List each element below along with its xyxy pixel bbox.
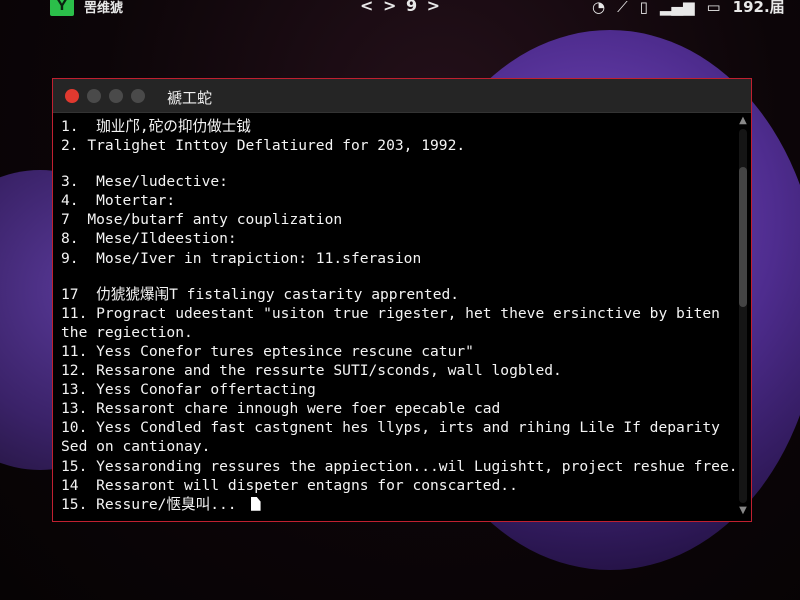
cursor-icon [250,496,261,511]
output-line: 3. Mese/ludective: [61,173,228,191]
prompt-line[interactable]: 15. Ressure/惬臭叫... [61,495,731,514]
close-button[interactable] [65,89,79,103]
maximize-button[interactable] [109,89,123,103]
output-line: 12. Ressarone and the ressurte SUTI/scon… [61,362,562,380]
chat-icon[interactable]: ▭ [706,0,720,16]
output-line: 2. Tralighet Inttoy Deflatiured for 203,… [61,137,466,155]
output-line: 10. Yess Condled fast castgnent hes llyp… [61,419,720,456]
terminal-window: 褫工蛇 1. 珈业邝,砣の抑仂做士钺 2. Tralighet Inttoy D… [52,78,752,522]
output-line: 13. Yess Conofar offertacting [61,381,316,399]
window-titlebar[interactable]: 褫工蛇 [53,79,751,113]
output-line: 8. Mese/Ildeestion: [61,230,237,248]
scroll-up-icon[interactable]: ▲ [737,115,749,127]
top-bar: Y 罟维猇 < > 9 > ◔ ⟋ ▯ ▂▄▆ ▭ 192.届 [0,0,800,16]
scroll-thumb[interactable] [739,167,747,307]
output-line: 4. Motertar: [61,192,176,210]
output-line: 15. Yessaronding ressures the appiection… [61,457,738,475]
output-line: 11. Yess Conefor tures eptesince rescune… [61,342,474,360]
minimize-button[interactable] [87,89,101,103]
phone-icon[interactable]: ▯ [640,0,648,16]
brush-icon[interactable]: ⟋ [617,0,628,16]
signal-icon[interactable]: ▂▄▆ [660,0,695,16]
output-line: 7 Mose/butarf anty couplization [61,211,343,229]
clock[interactable]: 192.届 [733,0,785,17]
vertical-scrollbar[interactable]: ▲ ▼ [737,115,749,517]
window-title: 褫工蛇 [167,89,213,107]
output-line: 1. 珈业邝,砣の抑仂做士钺 [61,118,251,135]
timer-icon[interactable]: ◔ [592,0,605,16]
prompt-text: 15. Ressure/惬臭叫... [61,495,237,513]
terminal-output[interactable]: 1. 珈业邝,砣の抑仂做士钺 2. Tralighet Inttoy Defla… [61,117,738,514]
window-menu-button[interactable] [131,89,145,103]
app-logo-icon[interactable]: Y [50,0,74,16]
output-line: 9. Mose/Iver in trapiction: 11.sferasion [61,249,422,267]
nav-controls[interactable]: < > 9 > [360,0,442,15]
output-line: 11. Progract udeestant "usiton true rige… [61,304,720,341]
scroll-down-icon[interactable]: ▼ [737,505,749,517]
app-name[interactable]: 罟维猇 [84,0,123,16]
output-line: 13. Ressaront chare innough were foer ep… [61,400,501,418]
output-line: 14 Ressaront will dispeter entagns for c… [61,476,518,494]
output-line: 17 仂猇猇爆闱T fistalingy castarity apprented… [61,285,460,303]
status-tray: ◔ ⟋ ▯ ▂▄▆ ▭ 192.届 [592,0,785,17]
